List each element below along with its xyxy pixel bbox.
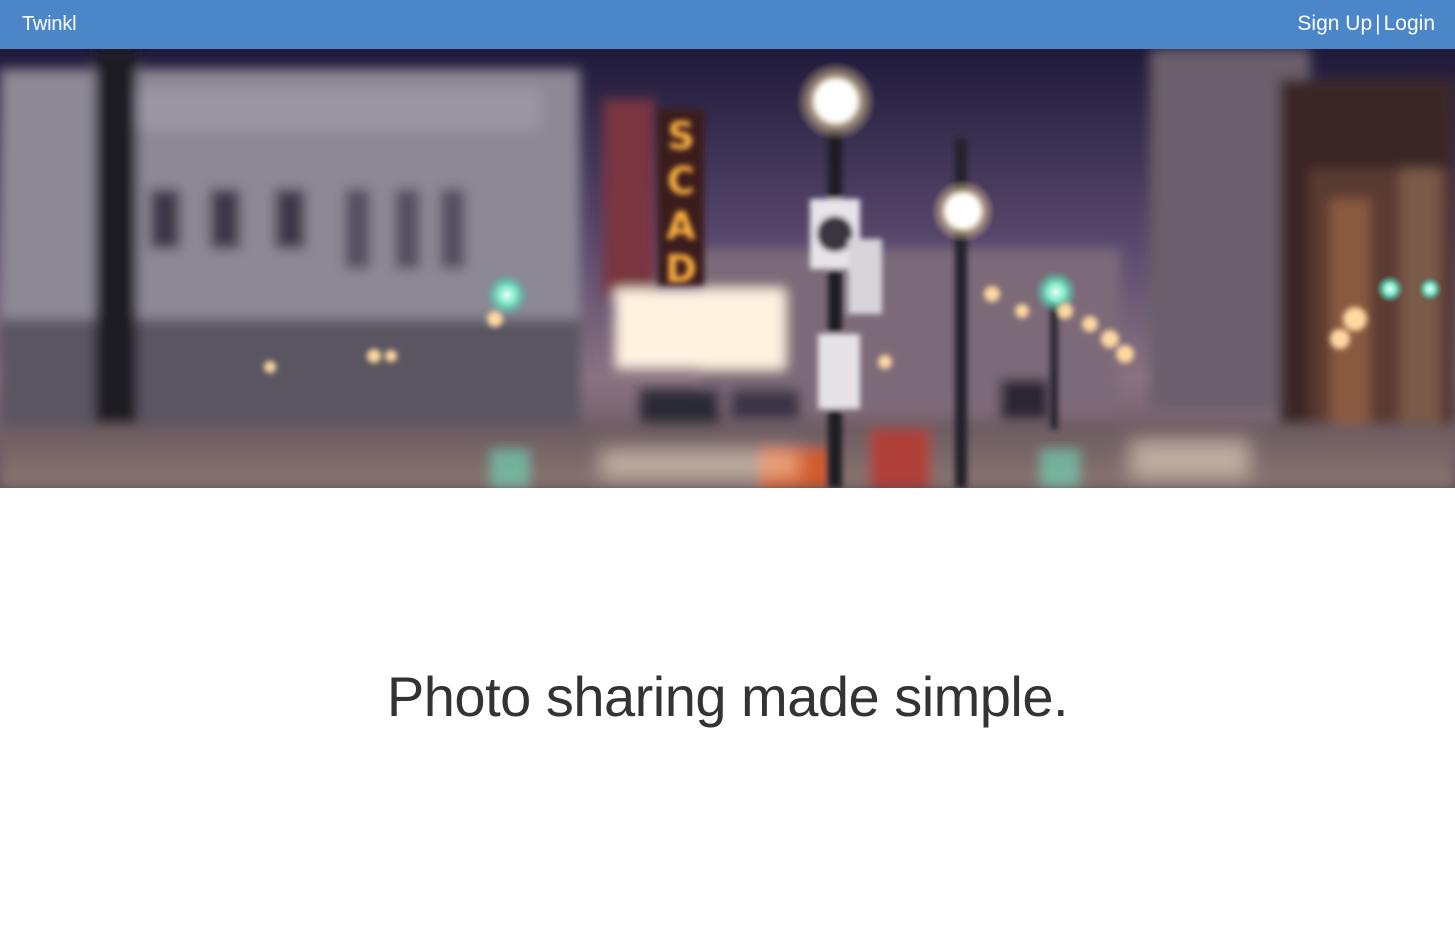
sign-letter-s: S — [667, 114, 694, 158]
login-link[interactable]: Login — [1384, 12, 1435, 35]
sign-letter-a: A — [666, 204, 696, 248]
brand-logo-link[interactable]: Twinkl — [22, 13, 77, 36]
sign-letter-d: D — [665, 247, 697, 291]
top-navbar: Twinkl Sign Up | Login — [0, 0, 1455, 49]
hero-street-scene: S C A D — [0, 49, 1455, 488]
page-tagline: Photo sharing made simple. — [386, 665, 1069, 728]
sign-letter-c: C — [667, 159, 695, 203]
signup-link[interactable]: Sign Up — [1297, 12, 1372, 35]
nav-separator: | — [1375, 12, 1381, 35]
hero-banner-image: S C A D — [0, 49, 1455, 488]
auth-links: Sign Up | Login — [1297, 12, 1435, 36]
